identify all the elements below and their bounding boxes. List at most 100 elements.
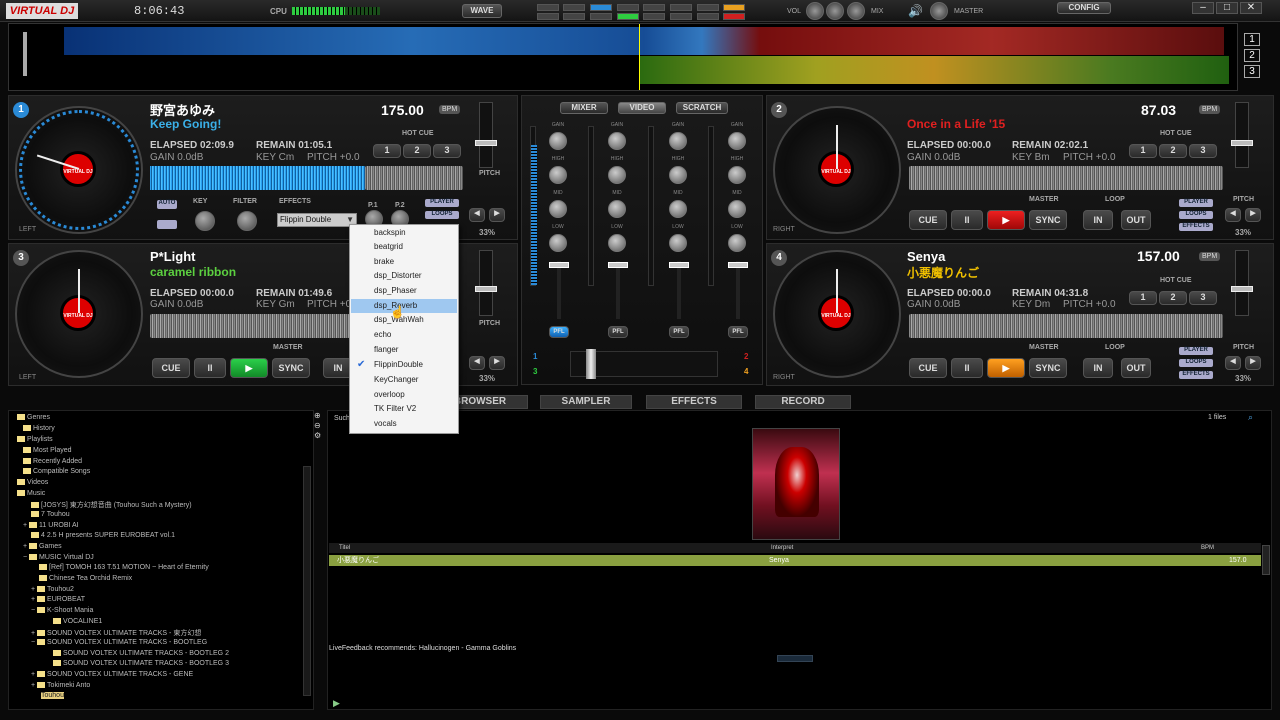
deck-2-player-button[interactable]: PLAYER bbox=[1179, 199, 1213, 207]
deck-2-sync-button[interactable]: SYNC bbox=[1029, 210, 1067, 230]
tree-item-music[interactable]: Music bbox=[17, 490, 45, 497]
ch2-gain-knob[interactable] bbox=[608, 132, 626, 150]
deck-1-waveform-remaining[interactable] bbox=[365, 166, 463, 190]
tree-item[interactable]: + 11 UROBI AI bbox=[23, 522, 79, 529]
deck-1-player-button[interactable]: PLAYER bbox=[425, 199, 459, 207]
tree-item[interactable]: Chinese Tea Orchid Remix bbox=[39, 575, 132, 582]
layout-button-16[interactable] bbox=[723, 13, 745, 20]
column-header-artist[interactable]: Interpret bbox=[769, 543, 1199, 553]
tree-item[interactable]: VOCALINE1 bbox=[53, 618, 102, 625]
folder-tree[interactable]: Genres History Playlists Most Played Rec… bbox=[8, 410, 314, 710]
deck-2-pause-button[interactable]: II bbox=[951, 210, 983, 230]
layout-button-13[interactable] bbox=[697, 4, 719, 11]
tree-item-history[interactable]: History bbox=[23, 425, 55, 432]
deck-4-play-button[interactable]: ▶ bbox=[987, 358, 1025, 378]
tree-item[interactable]: [JOSYS] 東方幻想音曲 (Touhou Such a Mystery) bbox=[31, 500, 192, 510]
fx-item-dsp-distorter[interactable]: dsp_Distorter bbox=[351, 269, 457, 283]
tab-mixer[interactable]: MIXER bbox=[560, 102, 608, 114]
minimize-button[interactable]: – bbox=[1192, 2, 1214, 14]
deck-2-pitch-up[interactable]: ▶ bbox=[1245, 208, 1261, 222]
close-button[interactable]: ✕ bbox=[1240, 2, 1262, 14]
waveform-overview[interactable] bbox=[8, 23, 1238, 91]
ch1-fader[interactable] bbox=[549, 262, 569, 268]
tree-item[interactable]: SOUND VOLTEX ULTIMATE TRACKS - BOOTLEG 3 bbox=[53, 660, 229, 667]
fx-item-flanger[interactable]: flanger bbox=[351, 343, 457, 357]
deck-1-hotcue-3[interactable]: 3 bbox=[433, 144, 461, 158]
feedback-handle[interactable] bbox=[777, 655, 813, 662]
table-row[interactable]: 小悪魔りんご Senya 157.0 bbox=[329, 555, 1261, 566]
layout-button-1[interactable] bbox=[537, 4, 559, 11]
layout-button-14[interactable] bbox=[697, 13, 719, 20]
config-icon[interactable]: ⚙ bbox=[314, 431, 324, 441]
tree-item[interactable]: + EUROBEAT bbox=[31, 596, 85, 603]
column-header-title[interactable]: Titel bbox=[329, 543, 769, 553]
remove-icon[interactable]: ⊖ bbox=[314, 421, 324, 431]
deck-3-sync-button[interactable]: SYNC bbox=[272, 358, 310, 378]
deck-3-platter[interactable]: VIRTUAL DJ bbox=[15, 250, 143, 378]
deck-4-cue-button[interactable]: CUE bbox=[909, 358, 947, 378]
deck-3-pitch-thumb[interactable] bbox=[475, 286, 497, 292]
ch2-fader-track[interactable] bbox=[616, 261, 620, 319]
tree-item[interactable]: 4 2.5 H presents SUPER EUROBEAT vol.1 bbox=[31, 532, 175, 539]
tree-item[interactable]: [Ref] TOMOH 163 T.51 MOTION ~ Heart of E… bbox=[39, 564, 209, 571]
deck-4-waveform[interactable] bbox=[909, 314, 1223, 338]
tab-scratch[interactable]: SCRATCH bbox=[676, 102, 728, 114]
deck-2-hotcue-2[interactable]: 2 bbox=[1159, 144, 1187, 158]
tab-video[interactable]: VIDEO bbox=[618, 102, 666, 114]
config-button[interactable]: CONFIG bbox=[1057, 2, 1111, 14]
deck-4-pause-button[interactable]: II bbox=[951, 358, 983, 378]
layer-button-1[interactable]: 1 bbox=[1244, 33, 1260, 46]
ch4-high-knob[interactable] bbox=[728, 166, 746, 184]
deck-1-key-dial[interactable] bbox=[195, 211, 215, 231]
tree-item-recently-added[interactable]: Recently Added bbox=[23, 458, 82, 465]
maximize-button[interactable]: □ bbox=[1216, 2, 1238, 14]
tab-effects[interactable]: EFFECTS bbox=[646, 395, 742, 409]
column-header-bpm[interactable]: BPM bbox=[1199, 543, 1261, 553]
layout-button-12[interactable] bbox=[670, 13, 692, 20]
deck-4-effects-button[interactable]: EFFECTS bbox=[1179, 371, 1213, 379]
deck-2-pitch-slider[interactable] bbox=[1235, 102, 1249, 168]
deck-2-waveform[interactable] bbox=[909, 166, 1223, 190]
layout-button-8[interactable] bbox=[617, 13, 639, 20]
deck-1-platter[interactable]: VIRTUAL DJ bbox=[15, 106, 143, 234]
add-folder-icon[interactable]: ⊕ bbox=[314, 411, 324, 421]
deck-4-pitch-up[interactable]: ▶ bbox=[1245, 356, 1261, 370]
layer-button-2[interactable]: 2 bbox=[1244, 49, 1260, 62]
layout-button-2[interactable] bbox=[537, 13, 559, 20]
wave-button[interactable]: WAVE bbox=[462, 4, 502, 18]
fx-item-brake[interactable]: brake bbox=[351, 255, 457, 269]
vol-knob-left[interactable] bbox=[806, 2, 824, 20]
deck-1-effect-select[interactable]: Flippin Double ▼ bbox=[277, 213, 357, 227]
fx-item-vocals[interactable]: vocals bbox=[351, 417, 457, 431]
deck-4-hotcue-1[interactable]: 1 bbox=[1129, 291, 1157, 305]
tree-item[interactable]: SOUND VOLTEX ULTIMATE TRACKS - BOOTLEG 2 bbox=[53, 650, 229, 657]
ch2-low-knob[interactable] bbox=[608, 234, 626, 252]
tree-scrollbar[interactable] bbox=[303, 466, 311, 696]
deck-2-effects-button[interactable]: EFFECTS bbox=[1179, 223, 1213, 231]
ch2-high-knob[interactable] bbox=[608, 166, 626, 184]
deck-1-loops-button[interactable]: LOOPS bbox=[425, 211, 459, 219]
layout-button-6[interactable] bbox=[590, 13, 612, 20]
layout-button-5[interactable] bbox=[590, 4, 612, 11]
ch3-mid-knob[interactable] bbox=[669, 200, 687, 218]
deck-2-loop-out-button[interactable]: OUT bbox=[1121, 210, 1151, 230]
deck-1-filter-dial[interactable] bbox=[237, 211, 257, 231]
deck-2-pitch-down[interactable]: ◀ bbox=[1225, 208, 1241, 222]
tree-item-playlists[interactable]: Playlists bbox=[17, 436, 53, 443]
deck-4-player-button[interactable]: PLAYER bbox=[1179, 347, 1213, 355]
fx-item-echo[interactable]: echo bbox=[351, 328, 457, 342]
deck-1-hotcue-1[interactable]: 1 bbox=[373, 144, 401, 158]
ch3-gain-knob[interactable] bbox=[669, 132, 687, 150]
crossfader-thumb[interactable] bbox=[586, 349, 596, 379]
deck-4-pitch-slider[interactable] bbox=[1235, 250, 1249, 316]
tree-item-most-played[interactable]: Most Played bbox=[23, 447, 72, 454]
layout-button-3[interactable] bbox=[563, 4, 585, 11]
ch1-high-knob[interactable] bbox=[549, 166, 567, 184]
ch1-pfl-button[interactable]: PFL bbox=[549, 326, 569, 338]
deck-4-hotcue-2[interactable]: 2 bbox=[1159, 291, 1187, 305]
ch4-low-knob[interactable] bbox=[728, 234, 746, 252]
deck-3-pause-button[interactable]: II bbox=[194, 358, 226, 378]
layout-button-4[interactable] bbox=[563, 13, 585, 20]
deck-2-hotcue-3[interactable]: 3 bbox=[1189, 144, 1217, 158]
deck-1-waveform-played[interactable] bbox=[150, 166, 365, 190]
